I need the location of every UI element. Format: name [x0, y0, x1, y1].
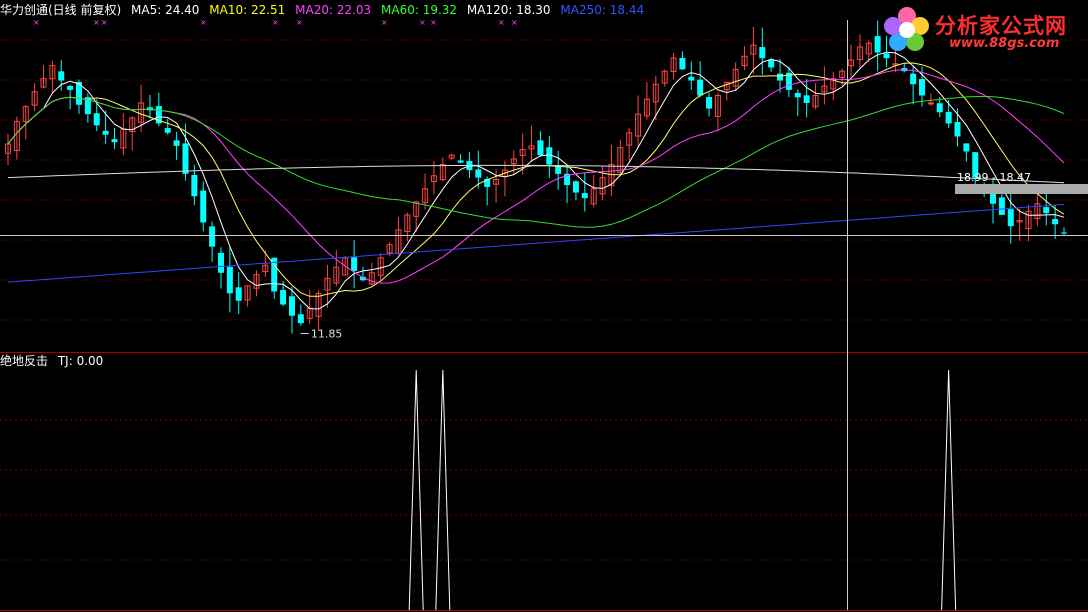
candle-body-down	[475, 169, 482, 178]
tj-signal-spike	[408, 369, 424, 611]
candle-body-down	[768, 59, 775, 68]
candle-body-down	[581, 193, 588, 199]
candle-body-down	[706, 97, 713, 109]
ma10-line	[7, 62, 1065, 297]
candle-body-down	[919, 78, 926, 96]
signal-marker-icon: ×	[381, 18, 388, 27]
candle-body-down	[555, 166, 562, 174]
candle-body-down	[164, 128, 171, 133]
candle-body-down	[1007, 209, 1014, 227]
candle-body-down	[191, 174, 198, 197]
main-chart-header: 华力创通(日线 前复权) MA5: 24.40 MA10: 22.51 MA20…	[0, 2, 650, 18]
candle-body-down	[217, 252, 224, 273]
signal-marker-icon: ×	[272, 18, 279, 27]
tj-signal-spike	[941, 369, 957, 611]
candle-body-down	[235, 287, 242, 301]
candle-body-down	[777, 73, 784, 81]
ma120-line	[7, 164, 1065, 184]
candle-body-down	[883, 53, 890, 59]
signal-marker-icon: ×	[498, 18, 505, 27]
signal-marker-icon: ×	[200, 18, 207, 27]
signal-marker-icon: ×	[33, 18, 40, 27]
ma60-line	[7, 95, 1065, 228]
candle-body-down	[1043, 207, 1050, 214]
range-box	[955, 184, 1088, 194]
candle-body-down	[697, 79, 704, 96]
candle-body-down	[936, 103, 943, 113]
candle-body-down	[963, 143, 970, 152]
signal-marker-icon: ×	[511, 18, 518, 27]
range-label: 18.99 - 18.47	[957, 171, 1031, 184]
candle-body-down	[182, 143, 189, 174]
candle-body-down	[58, 71, 65, 81]
logo-url: www.88gs.com	[949, 36, 1060, 51]
candle-body-down	[688, 76, 695, 81]
candle-body-down	[280, 290, 287, 305]
signal-marker-icon: ×	[93, 18, 100, 27]
tj-value-label: TJ: 0.00	[57, 354, 104, 368]
candle-body-down	[998, 197, 1005, 215]
candle-body-down	[67, 85, 74, 90]
candle-body-down	[173, 140, 180, 146]
candle-body-down	[1061, 232, 1067, 234]
candle-body-up	[927, 102, 934, 105]
candle-body-down	[102, 130, 109, 135]
candle-body-down	[794, 92, 801, 98]
indicator-title: 绝地反击	[0, 354, 49, 368]
ma5-label: MA5: 24.40	[131, 3, 200, 17]
stock-chart: 11.8518.99 - 18.47× × × × × × × × × × ×	[0, 18, 1088, 611]
candle-body-down	[537, 140, 544, 156]
candle-body-down	[945, 111, 952, 124]
candle-body-down	[803, 95, 810, 103]
signal-marker-icon: ×	[419, 18, 426, 27]
site-logo: 分析家公式网 www.88gs.com	[877, 4, 1082, 54]
candle-body-down	[297, 314, 304, 324]
candle-body-down	[200, 190, 207, 223]
candle-body-down	[759, 47, 766, 59]
signal-marker-icon: ×	[430, 18, 437, 27]
candle-body-down	[288, 296, 295, 316]
ma20-label: MA20: 22.03	[295, 3, 372, 17]
ma250-label: MA250: 18.44	[560, 3, 645, 17]
signal-marker-icon: ×	[101, 18, 108, 27]
candle-body-down	[910, 73, 917, 85]
candle-body-down	[1052, 219, 1059, 225]
candle-body-down	[572, 181, 579, 193]
candle-body-down	[679, 57, 686, 70]
candle-body-down	[209, 226, 216, 247]
flower-logo-icon	[884, 7, 929, 51]
tj-signal-spike	[435, 369, 451, 611]
ma60-label: MA60: 19.32	[381, 3, 458, 17]
stock-title: 华力创通(日线 前复权)	[0, 3, 122, 17]
ma250-line	[7, 203, 1065, 283]
candle-body-down	[457, 160, 464, 163]
ma10-label: MA10: 22.51	[209, 3, 286, 17]
ma120-label: MA120: 18.30	[466, 3, 551, 17]
candle-body-down	[226, 266, 233, 294]
ma20-line	[7, 69, 1065, 284]
signal-marker-icon: ×	[296, 18, 303, 27]
low-price-label: 11.85	[311, 327, 343, 340]
sub-chart-header: 绝地反击 TJ: 0.00	[0, 353, 109, 369]
candle-body-down	[954, 122, 961, 137]
candle-body-down	[93, 113, 100, 126]
candle-body-down	[111, 139, 118, 143]
candle-body-down	[351, 257, 358, 271]
